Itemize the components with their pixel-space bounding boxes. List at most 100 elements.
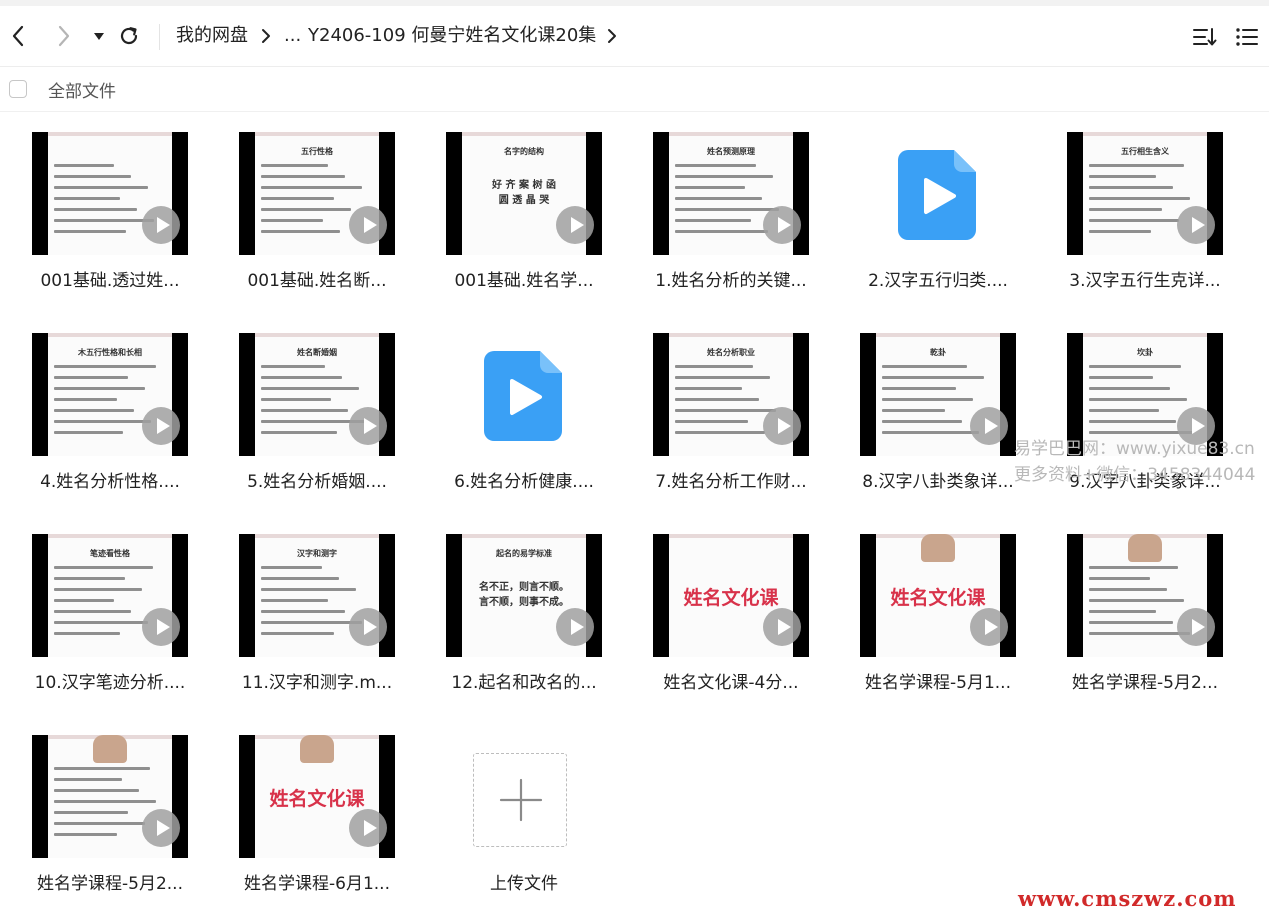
refresh-button[interactable] — [113, 20, 145, 52]
play-icon — [763, 407, 801, 445]
slide-text-line — [675, 208, 779, 211]
slide-header-bar — [255, 534, 379, 538]
file-item[interactable]: 姓名文化课 姓名学课程-6月1... — [224, 735, 395, 915]
play-icon — [970, 407, 1008, 445]
slide-text-line — [1089, 387, 1170, 390]
file-item[interactable]: 名字的结构好 齐 案 树 函 圆 透 晶 哭 001基础.姓名学... — [431, 132, 602, 312]
video-thumbnail: 姓名分析职业 — [653, 333, 809, 456]
slide-title: 姓名预测原理 — [707, 147, 755, 156]
slide-text-line — [1089, 219, 1179, 222]
slide-text-line — [54, 778, 122, 781]
play-icon — [349, 206, 387, 244]
file-item[interactable]: 姓名断婚姻 5.姓名分析婚姻.... — [224, 333, 395, 513]
play-icon — [1177, 608, 1215, 646]
slide-text-line — [261, 175, 345, 178]
file-name: 4.姓名分析性格.... — [40, 472, 180, 492]
slide-text-line — [675, 164, 756, 167]
breadcrumb-current-folder[interactable]: Y2406-109 何曼宁姓名文化课20集 — [308, 22, 596, 50]
video-thumbnail — [32, 735, 188, 858]
file-item[interactable]: 姓名学课程-5月2... — [17, 735, 188, 915]
slide-header-bar — [462, 534, 586, 538]
slide-header-bar — [1083, 132, 1207, 136]
slide-header-bar — [462, 132, 586, 136]
slide-header-bar — [669, 132, 793, 136]
history-dropdown-button[interactable] — [83, 20, 115, 52]
file-item[interactable]: 乾卦 8.汉字八卦类象详... — [845, 333, 1016, 513]
breadcrumb-separator — [604, 24, 620, 48]
slide-heading: 好 齐 案 树 函 圆 透 晶 哭 — [492, 180, 556, 206]
file-item[interactable]: 姓名文化课 姓名文化课-4分... — [638, 534, 809, 714]
slide-heading: 名不正，则言不顺。 言不顺，则事不成。 — [479, 582, 569, 608]
presenter-avatar — [921, 534, 955, 562]
file-item[interactable]: 001基础.透过姓... — [17, 132, 188, 312]
slide-text-line — [1089, 164, 1184, 167]
breadcrumb-ellipsis[interactable]: ... — [284, 22, 301, 50]
play-icon — [142, 608, 180, 646]
slide-text-line — [54, 398, 117, 401]
video-thumbnail: 姓名文化课 — [653, 534, 809, 657]
slide-text-line — [54, 175, 131, 178]
play-icon — [970, 608, 1008, 646]
slide-text-line — [54, 610, 131, 613]
slide-text-line — [261, 186, 362, 189]
sort-icon — [1193, 28, 1217, 46]
video-thumbnail — [1067, 534, 1223, 657]
slide-text-line — [675, 376, 770, 379]
upload-box[interactable] — [473, 753, 567, 847]
slide-text-line — [54, 800, 156, 803]
file-item[interactable]: 木五行性格和长相 4.姓名分析性格.... — [17, 333, 188, 513]
file-item[interactable]: 五行性格 001基础.姓名断... — [224, 132, 395, 312]
slide-text-line — [261, 208, 351, 211]
file-item[interactable]: 五行相生含义 3.汉字五行生克详... — [1052, 132, 1223, 312]
play-icon — [556, 206, 594, 244]
forward-button[interactable] — [48, 20, 80, 52]
slide-text-line — [261, 431, 337, 434]
chevron-right-icon — [608, 29, 616, 43]
slide-title: 笔迹看性格 — [90, 549, 130, 558]
file-item[interactable]: 6.姓名分析健康.... — [431, 333, 601, 513]
slide-text-line — [675, 387, 742, 390]
file-item[interactable]: 笔迹看性格 10.汉字笔迹分析.... — [17, 534, 188, 714]
upload-file-tile[interactable]: 上传文件 — [431, 735, 601, 915]
video-file-icon — [898, 150, 976, 240]
file-item[interactable]: 汉字和测字 11.汉字和测字.m... — [224, 534, 395, 714]
file-name: 3.汉字五行生克详... — [1069, 271, 1221, 291]
list-view-icon — [1236, 28, 1258, 46]
breadcrumb-root[interactable]: 我的网盘 — [176, 22, 248, 50]
toolbar: 我的网盘 ... Y2406-109 何曼宁姓名文化课20集 — [0, 6, 1269, 66]
video-thumbnail: 姓名断婚姻 — [239, 333, 395, 456]
slide-title: 名字的结构 — [504, 147, 544, 156]
slide-text-line — [261, 365, 325, 368]
slide-text-line — [54, 186, 148, 189]
file-item[interactable]: 姓名预测原理 1.姓名分析的关键... — [638, 132, 809, 312]
file-item[interactable]: 姓名学课程-5月2... — [1052, 534, 1223, 714]
play-icon — [142, 407, 180, 445]
list-view-button[interactable] — [1232, 22, 1262, 52]
slide-title: 姓名断婚姻 — [297, 348, 337, 357]
file-item[interactable]: 2.汉字五行归类.... — [845, 132, 1015, 312]
slide-text-line — [1089, 175, 1156, 178]
slide-text-line — [1089, 186, 1173, 189]
slide-title: 乾卦 — [930, 348, 946, 357]
back-button[interactable] — [2, 20, 34, 52]
watermark-text: 易学巴巴网：www.yixue83.cn — [1014, 439, 1255, 459]
sort-button[interactable] — [1190, 22, 1220, 52]
slide-text-line — [54, 387, 145, 390]
select-all-checkbox[interactable] — [9, 80, 27, 98]
file-item[interactable]: 姓名文化课 姓名学课程-5月1... — [845, 534, 1016, 714]
slide-header-bar — [48, 534, 172, 538]
slide-text-line — [675, 431, 765, 434]
slide-text-line — [1089, 621, 1173, 624]
file-item[interactable]: 坎卦 9.汉字八卦类象详... — [1052, 333, 1223, 513]
file-item[interactable]: 姓名分析职业 7.姓名分析工作财... — [638, 333, 809, 513]
video-thumbnail: 起名的易学标准 名不正，则言不顺。 言不顺，则事不成。 — [446, 534, 602, 657]
video-thumbnail: 乾卦 — [860, 333, 1016, 456]
slide-title: 五行性格 — [301, 147, 333, 156]
presenter-avatar — [300, 735, 334, 763]
slide-text-line — [261, 632, 334, 635]
file-name: 1.姓名分析的关键... — [655, 271, 807, 291]
slide-title: 汉字和测字 — [297, 549, 337, 558]
file-item[interactable]: 起名的易学标准 名不正，则言不顺。 言不顺，则事不成。 12.起名和改名的... — [431, 534, 602, 714]
slide-text-line — [675, 409, 776, 412]
slide-text-line — [54, 219, 154, 222]
